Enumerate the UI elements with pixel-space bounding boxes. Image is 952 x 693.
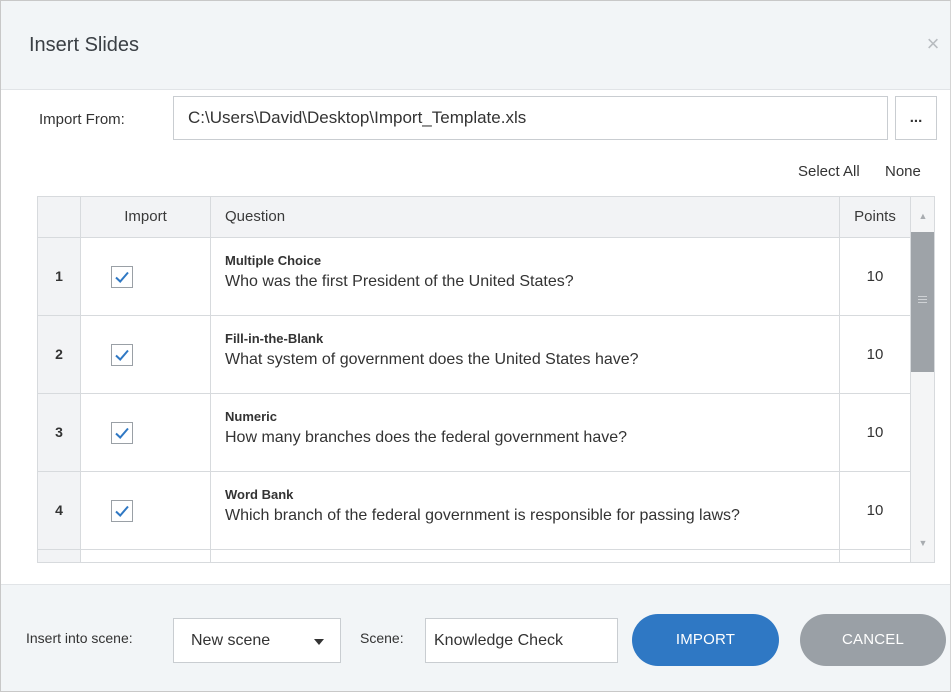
points-cell[interactable]: 10 <box>840 394 910 471</box>
import-checkbox[interactable] <box>111 500 133 522</box>
question-type: Fill-in-the-Blank <box>225 331 324 346</box>
checkmark-icon <box>115 349 129 361</box>
import-cell <box>81 394 211 471</box>
import-checkbox[interactable] <box>111 422 133 444</box>
row-number: 2 <box>38 316 81 393</box>
select-all-link[interactable]: Select All <box>798 163 860 180</box>
import-checkbox[interactable] <box>111 344 133 366</box>
question-cell: Multiple Choice Who was the first Presid… <box>211 238 840 315</box>
scroll-down-icon[interactable]: ▼ <box>911 528 934 558</box>
import-cell <box>81 238 211 315</box>
scene-label: Scene: <box>360 630 404 646</box>
import-cell <box>81 550 211 562</box>
question-type: Word Bank <box>225 487 294 502</box>
checkmark-icon <box>115 271 129 283</box>
scroll-up-icon[interactable]: ▲ <box>911 201 934 231</box>
dialog-titlebar: Insert Slides × <box>1 1 950 90</box>
points-cell[interactable]: 10 <box>840 472 910 549</box>
header-row-number <box>38 197 81 237</box>
select-none-link[interactable]: None <box>885 163 921 180</box>
browse-button[interactable]: ... <box>895 96 937 140</box>
table-row-partial[interactable] <box>38 550 910 562</box>
caret-down-icon <box>314 639 324 645</box>
scene-dropdown-value: New scene <box>191 632 271 649</box>
row-number: 1 <box>38 238 81 315</box>
row-number <box>38 550 81 562</box>
question-type: Multiple Choice <box>225 253 322 268</box>
checkmark-icon <box>115 427 129 439</box>
vertical-scrollbar[interactable]: ▲ ▼ <box>910 197 934 562</box>
points-cell[interactable]: 10 <box>840 316 910 393</box>
table-row[interactable]: 4 Word Bank Which branch of the federal … <box>38 472 910 550</box>
question-cell <box>211 550 840 562</box>
scroll-thumb[interactable] <box>911 232 934 372</box>
questions-grid: Import Question Points 1 Multiple Choice… <box>37 196 935 563</box>
question-cell: Word Bank Which branch of the federal go… <box>211 472 840 549</box>
dialog-title: Insert Slides <box>29 34 140 56</box>
import-checkbox[interactable] <box>111 266 133 288</box>
row-number: 4 <box>38 472 81 549</box>
scene-name-field[interactable]: Knowledge Check <box>425 618 618 663</box>
header-import: Import <box>81 197 211 237</box>
checkmark-icon <box>115 505 129 517</box>
import-path-field[interactable]: C:\Users\David\Desktop\Import_Template.x… <box>173 96 888 140</box>
question-type: Numeric <box>225 409 278 424</box>
import-cell <box>81 316 211 393</box>
question-cell: Fill-in-the-Blank What system of governm… <box>211 316 840 393</box>
question-cell: Numeric How many branches does the feder… <box>211 394 840 471</box>
import-button[interactable]: IMPORT <box>632 614 779 666</box>
table-row[interactable]: 3 Numeric How many branches does the fed… <box>38 394 910 472</box>
question-text: Who was the first President of the Unite… <box>225 273 574 290</box>
question-text: How many branches does the federal gover… <box>225 429 628 446</box>
insert-into-scene-label: Insert into scene: <box>26 630 133 646</box>
question-text: What system of government does the Unite… <box>225 351 639 368</box>
table-row[interactable]: 1 Multiple Choice Who was the first Pres… <box>38 238 910 316</box>
question-text: Which branch of the federal government i… <box>225 507 740 524</box>
scene-dropdown[interactable]: New scene <box>173 618 341 663</box>
header-question: Question <box>211 197 840 237</box>
import-from-label: Import From: <box>39 111 125 128</box>
grip-icon <box>918 296 927 303</box>
row-number: 3 <box>38 394 81 471</box>
header-points: Points <box>854 208 896 225</box>
import-cell <box>81 472 211 549</box>
cancel-button[interactable]: CANCEL <box>800 614 946 666</box>
close-icon[interactable]: × <box>922 33 944 55</box>
insert-slides-dialog: Insert Slides × Import From: C:\Users\Da… <box>0 0 951 692</box>
grid-header: Import Question Points <box>38 197 910 238</box>
table-row[interactable]: 2 Fill-in-the-Blank What system of gover… <box>38 316 910 394</box>
points-cell[interactable]: 10 <box>840 238 910 315</box>
